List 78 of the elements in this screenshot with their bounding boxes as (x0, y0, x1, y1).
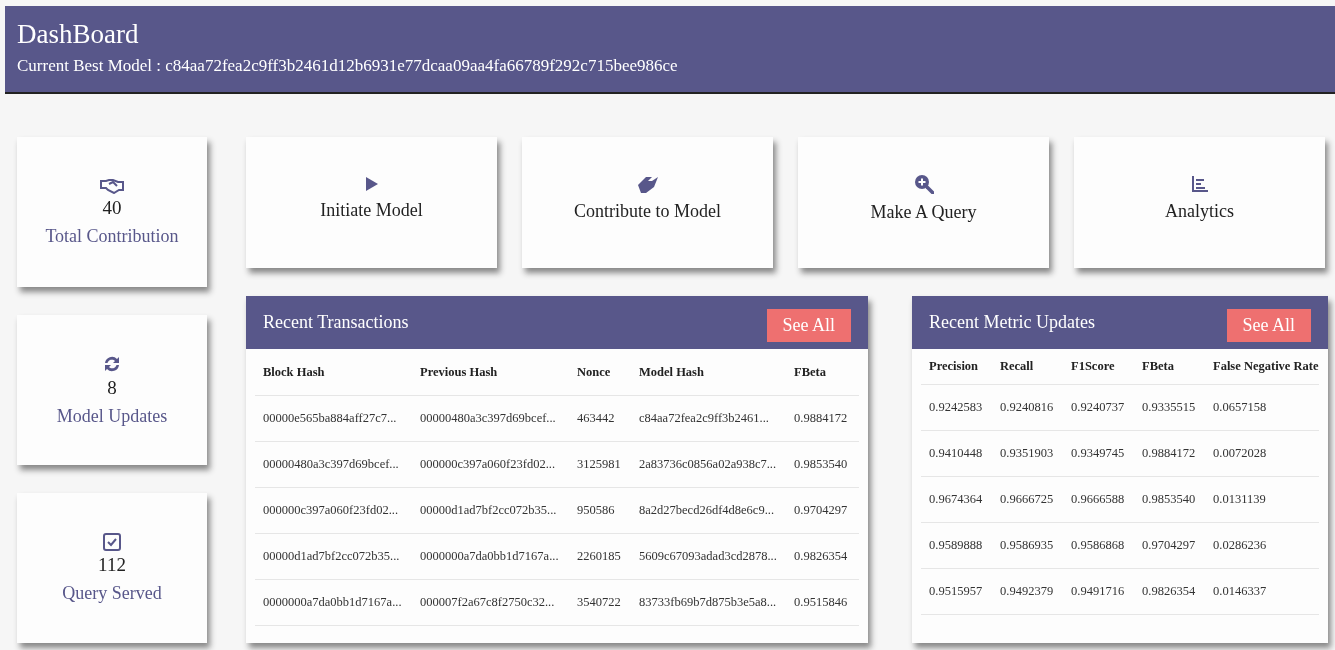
table-cell: 0.9586868 (1063, 523, 1134, 569)
table-cell: 00000e565ba884aff27c7... (255, 396, 412, 442)
table-cell: 0000000a7da0bb1d7167a... (412, 534, 569, 580)
page-title: DashBoard (17, 19, 139, 50)
table-cell: 8a2d27becd26df4d8e6c9... (631, 488, 786, 534)
zoom-in-icon (913, 174, 934, 194)
table-cell: 83733fb69b7d875b3e5a8... (631, 580, 786, 626)
table-cell: 0.9240737 (1063, 385, 1134, 431)
action-card[interactable]: Initiate Model (246, 137, 497, 268)
table-cell: 2a83736c0856a02a938c7... (631, 442, 786, 488)
table-cell: 0.9704297 (786, 488, 859, 534)
table-cell: 3125981 (569, 442, 631, 488)
stat-value: 8 (107, 376, 117, 399)
table-cell: 0.9242583 (921, 385, 992, 431)
table-cell: 3540722 (569, 580, 631, 626)
table-cell: 0.9589888 (921, 523, 992, 569)
table-cell: 0.9674364 (921, 477, 992, 523)
chart-icon (1190, 175, 1209, 193)
column-header: Precision (921, 349, 992, 385)
stat-value: 40 (102, 196, 122, 219)
play-icon (364, 176, 379, 192)
column-header: FBeta (786, 349, 859, 396)
table-cell: 000007f2a67c8f2750c32... (412, 580, 569, 626)
column-header: Previous Hash (412, 349, 569, 396)
table-cell: 0.0131139 (1205, 477, 1319, 523)
table-cell: 00000d1ad7bf2cc072b35... (255, 534, 412, 580)
table-cell: 0.9853540 (786, 442, 859, 488)
table-cell: 0.9349745 (1063, 431, 1134, 477)
table-cell: 0.9666588 (1063, 477, 1134, 523)
table-cell: 2260185 (569, 534, 631, 580)
action-card[interactable]: Make A Query (798, 137, 1049, 268)
table-cell: 0.9491716 (1063, 569, 1134, 615)
table-cell: 00000d1ad7bf2cc072b35... (412, 488, 569, 534)
table-cell: 0.9515846 (786, 580, 859, 626)
table-cell: 950586 (569, 488, 631, 534)
table-cell: 0.9492379 (992, 569, 1063, 615)
table-cell: 0.9826354 (786, 534, 859, 580)
table-cell: 0.0657158 (1205, 385, 1319, 431)
table-cell: 463442 (569, 396, 631, 442)
table-cell: 00000480a3c397d69bcef... (412, 396, 569, 442)
table-cell: 0.9853540 (1134, 477, 1205, 523)
table-cell: 0.9884172 (786, 396, 859, 442)
table-cell: 0.9240816 (992, 385, 1063, 431)
column-header: Model Hash (631, 349, 786, 396)
table-cell: 0.9515957 (921, 569, 992, 615)
table-cell: 0.9351903 (992, 431, 1063, 477)
table-cell: 00000480a3c397d69bcef... (255, 442, 412, 488)
best-model-text: Current Best Model : c84aa72fea2c9ff3b2461d12b6931e77dcaa09aa4fa66789f292c715bee986ce (17, 56, 678, 75)
table-cell: 0.0286236 (1205, 523, 1319, 569)
panel-title: Recent Metric Updates (929, 312, 1095, 333)
action-card[interactable]: Contribute to Model (522, 137, 773, 268)
column-header: Recall (992, 349, 1063, 385)
table-cell: 0.0072028 (1205, 431, 1319, 477)
stat-label: Model Updates (56, 405, 168, 427)
column-header: Nonce (569, 349, 631, 396)
stat-value: 112 (98, 553, 126, 576)
table-cell: 000000c397a060f23fd02... (255, 488, 412, 534)
table-cell: 0.9704297 (1134, 523, 1205, 569)
column-header: Block Hash (255, 349, 412, 396)
table-cell: 0.0146337 (1205, 569, 1319, 615)
table-cell: c84aa72fea2c9ff3b2461... (631, 396, 786, 442)
table-cell: 5609c67093adad3cd2878... (631, 534, 786, 580)
panel-title: Recent Transactions (263, 312, 409, 333)
table-cell: 0000000a7da0bb1d7167a... (255, 580, 412, 626)
checkbox-icon (103, 532, 121, 551)
table-cell: 0.9586935 (992, 523, 1063, 569)
table-cell: 0.9884172 (1134, 431, 1205, 477)
action-card[interactable]: Analytics (1074, 137, 1325, 268)
table-cell: 0.9410448 (921, 431, 992, 477)
stat-label: Total Contribution (45, 225, 179, 247)
column-header: False Negative Rate (1205, 349, 1319, 385)
stat-label: Query Served (62, 582, 162, 604)
column-header: F1Score (1063, 349, 1134, 385)
table-cell: 0.9666725 (992, 477, 1063, 523)
table-cell: 0.9335515 (1134, 385, 1205, 431)
column-header: FBeta (1134, 349, 1205, 385)
table-cell: 000000c397a060f23fd02... (412, 442, 569, 488)
table-cell: 0.9826354 (1134, 569, 1205, 615)
